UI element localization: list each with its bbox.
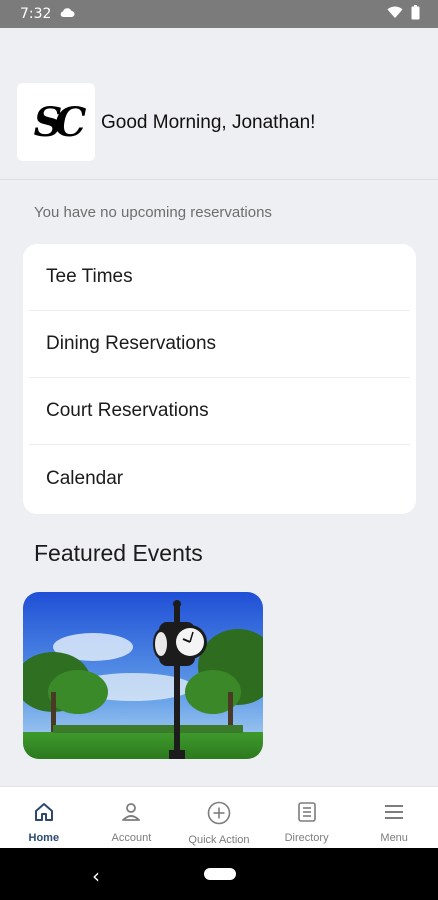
nav-directory-label: Directory: [284, 832, 329, 844]
header: SC Good Morning, Jonathan!: [0, 28, 438, 180]
status-time: 7:32: [20, 6, 52, 22]
status-bar: 7:32: [0, 0, 438, 28]
home-icon: [33, 801, 55, 828]
nav-home[interactable]: Home: [0, 787, 88, 849]
back-icon[interactable]: ‹: [92, 864, 100, 888]
nav-directory[interactable]: Directory: [263, 787, 351, 849]
no-reservations-text: You have no upcoming reservations: [34, 204, 272, 221]
account-icon: [120, 801, 142, 828]
home-gesture-pill[interactable]: [204, 868, 236, 880]
system-nav-bar: ‹: [0, 848, 438, 900]
directory-icon: [296, 801, 318, 828]
battery-icon: [411, 4, 420, 24]
quick-links-card: Tee Times Dining Reservations Court Rese…: [23, 244, 416, 514]
event-image: [23, 592, 263, 759]
greeting-text: Good Morning, Jonathan!: [101, 112, 316, 133]
featured-event-card[interactable]: [23, 592, 263, 759]
nav-account-label: Account: [111, 832, 152, 844]
nav-quick-action-label: Quick Action: [188, 834, 250, 846]
nav-menu-label: Menu: [380, 832, 408, 844]
quick-link-court-reservations[interactable]: Court Reservations: [29, 378, 410, 445]
nav-menu[interactable]: Menu: [350, 787, 438, 849]
cloud-icon: [59, 6, 75, 22]
bottom-nav: Home Account Quick Action Directory Menu: [0, 786, 438, 849]
plus-circle-icon: [207, 801, 231, 830]
quick-link-calendar[interactable]: Calendar: [29, 445, 410, 512]
wifi-icon: [387, 6, 403, 23]
nav-home-label: Home: [28, 832, 60, 844]
logo-text: SC: [33, 98, 87, 146]
menu-icon: [383, 801, 405, 828]
nav-account[interactable]: Account: [88, 787, 176, 849]
quick-link-tee-times[interactable]: Tee Times: [29, 244, 410, 311]
featured-events-title: Featured Events: [34, 540, 203, 566]
nav-quick-action[interactable]: Quick Action: [175, 787, 263, 849]
club-logo: SC: [17, 83, 95, 161]
quick-link-dining-reservations[interactable]: Dining Reservations: [29, 311, 410, 378]
